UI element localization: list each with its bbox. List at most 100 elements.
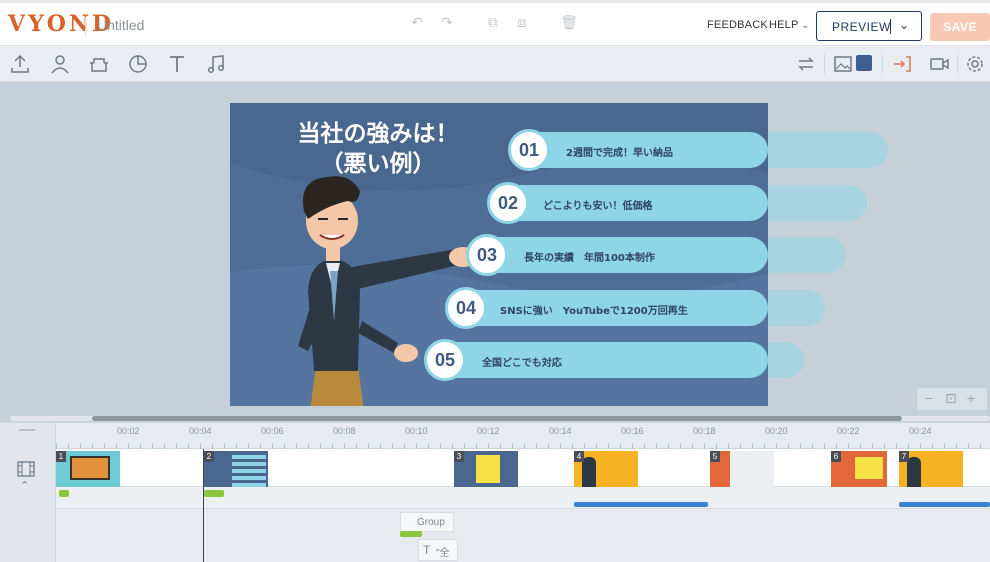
header-divider xyxy=(85,17,86,35)
bar-overflow xyxy=(768,185,867,221)
help-menu[interactable]: HELP ⌄ xyxy=(769,19,809,31)
scene-number: 5 xyxy=(710,451,720,462)
list-item-text: どこよりも安い！低価格 xyxy=(543,201,653,212)
slide-title[interactable]: 当社の強みは！ （悪い例） xyxy=(278,119,478,179)
preview-label: PREVIEW xyxy=(832,20,891,34)
trash-icon[interactable]: 🗑 xyxy=(558,14,580,31)
scene-thumbnail[interactable]: 5 xyxy=(710,451,774,487)
tick-label: 00:02 xyxy=(117,426,140,436)
props-icon[interactable] xyxy=(88,53,110,75)
chart-icon[interactable] xyxy=(127,53,149,75)
scene-canvas[interactable]: 当社の強みは！ （悪い例） 01 02 03 04 05 2週間で完成！早い納品… xyxy=(230,103,768,406)
zoom-out-icon[interactable]: − xyxy=(925,390,933,406)
thumbnail-art xyxy=(232,455,266,459)
scene-thumbnail[interactable]: 4 xyxy=(574,451,638,487)
chevron-down-icon: ⌄ xyxy=(801,20,810,30)
text-layer-label: "全国 xyxy=(436,548,450,559)
paste-icon[interactable]: ⧈ xyxy=(511,14,533,31)
list-item-text: 全国どこでも対応 xyxy=(482,358,562,369)
document-title[interactable]: Untitled xyxy=(97,17,144,33)
gear-icon[interactable] xyxy=(964,53,986,75)
tick-label: 00:06 xyxy=(261,426,284,436)
redo-icon[interactable]: ↷ xyxy=(436,14,458,31)
transition-track xyxy=(56,487,990,509)
bar-overflow xyxy=(768,237,846,273)
zoom-in-icon[interactable]: + xyxy=(967,390,975,406)
help-label: HELP xyxy=(769,19,799,31)
text-layer[interactable]: T "全国 xyxy=(418,539,458,561)
tick-label: 00:04 xyxy=(189,426,212,436)
preview-divider xyxy=(890,19,891,34)
background-color-swatch[interactable] xyxy=(856,55,872,71)
drag-handle-icon[interactable] xyxy=(19,429,35,431)
toolbar-divider xyxy=(882,54,883,74)
transition-marker[interactable] xyxy=(59,490,69,497)
music-icon[interactable] xyxy=(205,53,227,75)
time-ruler[interactable]: 00:02 00:04 00:06 00:08 00:10 00:12 00:1… xyxy=(56,423,990,449)
list-number: 02 xyxy=(487,182,529,224)
camera-icon[interactable] xyxy=(928,53,950,75)
group-timing-bar[interactable] xyxy=(400,531,422,537)
toolbar-divider xyxy=(824,54,825,74)
timeline-panel: ⌃ 00:02 00:04 00:06 00:08 00:10 00:12 00… xyxy=(0,422,990,562)
tick-label: 00:18 xyxy=(693,426,716,436)
scene-number: 4 xyxy=(574,451,584,462)
slide-title-line1: 当社の強みは！ xyxy=(297,121,459,147)
collapse-icon[interactable]: ⌃ xyxy=(20,479,29,492)
character-icon[interactable] xyxy=(49,53,71,75)
list-item-text: 2週間で完成！早い納品 xyxy=(566,148,673,159)
tick-label: 00:20 xyxy=(765,426,788,436)
enter-icon[interactable] xyxy=(891,53,913,75)
copy-icon[interactable]: ⧉ xyxy=(482,14,504,31)
scene-thumbnail[interactable]: 2 xyxy=(204,451,268,487)
list-number: 05 xyxy=(424,339,466,381)
tick-label: 00:08 xyxy=(333,426,356,436)
bar-overflow xyxy=(768,132,888,168)
list-number: 04 xyxy=(445,287,487,329)
asset-toolbar xyxy=(0,46,990,82)
group-label: Group xyxy=(417,517,445,528)
tick-label: 00:14 xyxy=(549,426,572,436)
preview-button[interactable]: PREVIEW ⌄ xyxy=(816,11,922,41)
transition-marker[interactable] xyxy=(204,490,224,497)
timeline-sidebar: ⌃ xyxy=(0,423,56,562)
preview-dropdown-icon[interactable]: ⌄ xyxy=(899,18,910,32)
tick-label: 00:22 xyxy=(837,426,860,436)
tick-label: 00:12 xyxy=(477,426,500,436)
scene-number: 6 xyxy=(831,451,841,462)
film-icon[interactable] xyxy=(17,461,35,477)
thumbnail-art xyxy=(855,457,883,479)
app-header: VYOND Untitled ↶ ↷ ⧉ ⧈ 🗑 FEEDBACK HELP ⌄… xyxy=(0,0,990,46)
fit-screen-icon[interactable]: ⊡ xyxy=(945,390,957,407)
motion-path-bar[interactable] xyxy=(574,502,708,507)
tick-label: 00:16 xyxy=(621,426,644,436)
scene-thumbnail[interactable]: 3 xyxy=(454,451,518,487)
text-icon[interactable] xyxy=(166,53,188,75)
undo-icon[interactable]: ↶ xyxy=(406,14,428,31)
scene-number: 7 xyxy=(899,451,909,462)
tick-label: 00:24 xyxy=(909,426,932,436)
scrollbar-thumb[interactable] xyxy=(92,416,902,421)
layer-track: Group T "全国 xyxy=(56,509,990,562)
scene-thumbnail[interactable]: 1 xyxy=(56,451,120,487)
scene-number: 3 xyxy=(454,451,464,462)
scene-thumbnail[interactable]: 7 xyxy=(899,451,963,487)
canvas-scrollbar[interactable] xyxy=(10,416,990,421)
swap-icon[interactable] xyxy=(795,53,817,75)
list-number: 03 xyxy=(466,234,508,276)
bar-overflow xyxy=(768,342,804,378)
toolbar-divider xyxy=(957,54,958,74)
save-button[interactable]: SAVE xyxy=(930,13,990,41)
tick-label: 00:10 xyxy=(405,426,428,436)
list-number: 01 xyxy=(508,129,550,171)
playhead[interactable] xyxy=(203,449,204,562)
thumbnail-art xyxy=(582,457,596,487)
upload-icon[interactable] xyxy=(9,53,31,75)
feedback-link[interactable]: FEEDBACK xyxy=(707,19,768,31)
image-icon[interactable] xyxy=(832,53,854,75)
scene-thumbnail[interactable]: 6 xyxy=(831,451,887,487)
canvas-stage: 当社の強みは！ （悪い例） 01 02 03 04 05 2週間で完成！早い納品… xyxy=(0,82,990,422)
list-item-text: 長年の実績 年間100本制作 xyxy=(524,253,655,264)
group-layer[interactable]: Group xyxy=(400,512,454,532)
motion-path-bar[interactable] xyxy=(899,502,990,507)
